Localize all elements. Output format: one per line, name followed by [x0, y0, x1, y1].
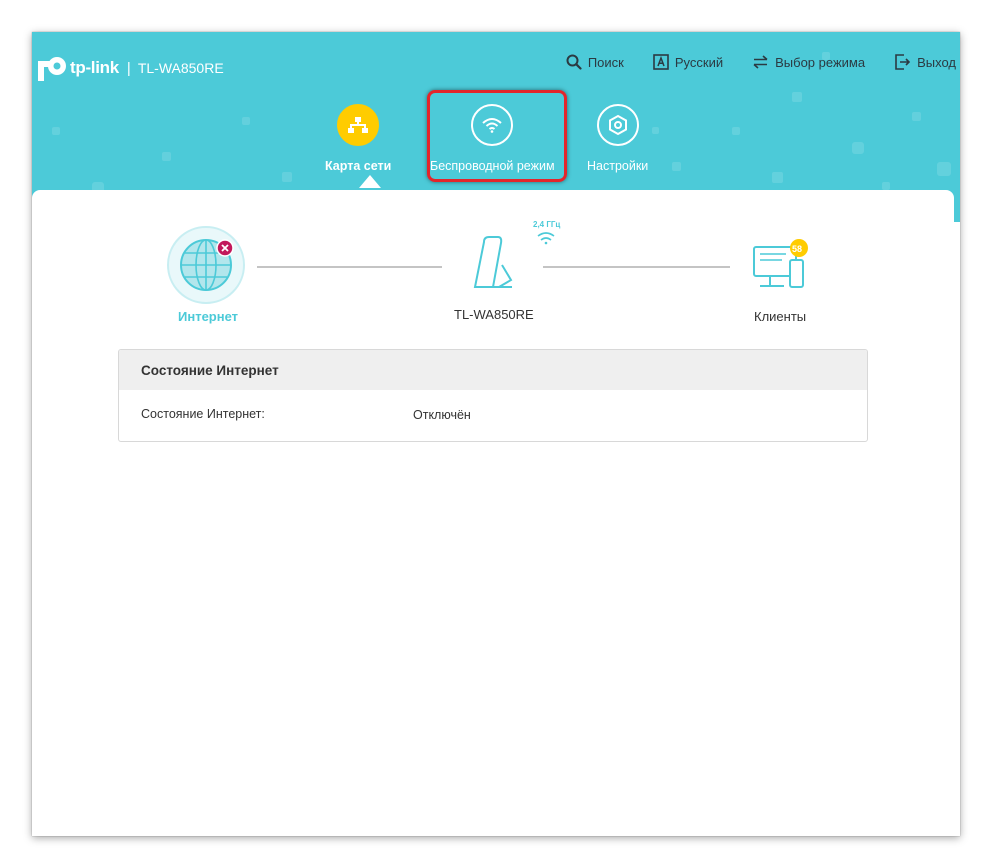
mode-select-link[interactable]: Выбор режима — [752, 54, 865, 70]
logo-text: tp-link — [70, 58, 119, 77]
network-diagram: 2,4 ГГц 58 Интернет TL-WA850RE Клиенты — [32, 190, 954, 340]
search-icon — [566, 54, 582, 70]
mode-switch-icon — [753, 55, 768, 69]
wifi-band-icon — [537, 232, 555, 245]
tp-link-logo[interactable]: tp-link | TL-WA850RE — [34, 50, 224, 86]
logout-label: Выход — [917, 54, 956, 70]
search-label: Поиск — [587, 54, 624, 70]
status-key: Состояние Интернет: — [141, 407, 265, 421]
language-icon — [653, 54, 669, 70]
active-tab-pointer — [359, 175, 381, 188]
clients-label: Клиенты — [754, 309, 807, 324]
search-link[interactable]: Поиск — [566, 54, 624, 70]
mode-select-label: Выбор режима — [775, 54, 866, 70]
panel-title: Состояние Интернет — [119, 350, 867, 390]
internet-globe-icon — [167, 226, 245, 304]
settings-icon — [596, 104, 639, 146]
internet-status-panel: Состояние Интернет Состояние Интернет: О… — [118, 349, 868, 442]
language-label: Русский — [674, 54, 724, 70]
highlight-box — [427, 90, 567, 182]
browser-window: tp-link | TL-WA850RE Поиск Русский Выбор… — [32, 32, 960, 836]
logout-icon — [895, 54, 911, 70]
tab-network-map[interactable]: Карта сети — [325, 104, 391, 173]
disconnected-badge-icon — [216, 239, 234, 257]
extender-device-icon — [473, 236, 513, 288]
status-value: Отключён — [413, 408, 471, 422]
logo-separator: | — [126, 59, 131, 77]
internet-label: Интернет — [178, 309, 239, 324]
network-map-icon — [337, 104, 380, 146]
status-row: Состояние Интернет: Отключён — [119, 390, 867, 440]
tab-settings[interactable]: Настройки — [587, 104, 648, 173]
tp-link-logo-icon — [38, 57, 66, 81]
band-label: 2,4 ГГц — [533, 220, 561, 229]
device-label: TL-WA850RE — [454, 307, 534, 322]
logout-link[interactable]: Выход — [894, 54, 956, 70]
content-area: 2,4 ГГц 58 Интернет TL-WA850RE Клиенты С… — [32, 190, 954, 836]
top-nav: Поиск Русский Выбор режима Выход — [566, 54, 956, 70]
language-link[interactable]: Русский — [653, 54, 723, 70]
model-name: TL-WA850RE — [137, 60, 224, 76]
tab-network-map-label: Карта сети — [325, 159, 392, 173]
tab-settings-label: Настройки — [587, 159, 649, 173]
clients-count: 58 — [792, 244, 803, 254]
